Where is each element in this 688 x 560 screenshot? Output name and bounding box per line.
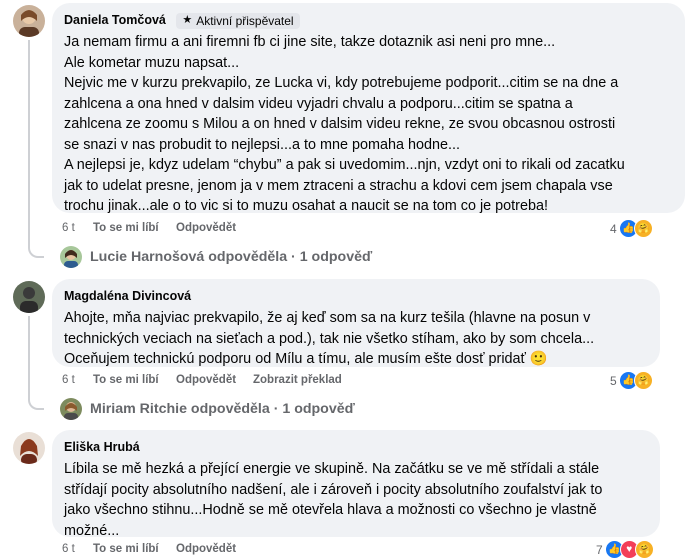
thread-connector [28,388,44,410]
comment-text: Ja nemam firmu a ani firemni fb ci jine … [64,34,625,214]
reaction-count: 5 [610,373,617,388]
translate-button[interactable]: Zobrazit překlad [253,374,342,386]
care-emoji-icon: 🤗 [634,540,654,559]
comment-time[interactable]: 6 t [62,543,75,555]
reply-summary: Lucie Harnošová odpověděla · 1 odpověď [90,249,373,265]
reaction-summary[interactable]: 7 👍 ♥ 🤗 [596,540,654,559]
care-emoji-icon: 🤗 [633,371,653,390]
contributor-badge: ★ Aktivní přispěvatel [176,12,300,29]
thread-connector [28,236,44,258]
like-button[interactable]: To se mi líbí [93,543,159,555]
reply-button[interactable]: Odpovědět [176,374,236,386]
reply-button[interactable]: Odpovědět [176,543,236,555]
view-replies-link[interactable]: Lucie Harnošová odpověděla · 1 odpověď [60,246,372,268]
reaction-summary[interactable]: 4 👍 🤗 [610,219,653,238]
view-replies-link[interactable]: Miriam Ritchie odpověděla · 1 odpověď [60,398,355,420]
comment-bubble: Eliška Hrubá Líbila se mě hezká a přejíc… [52,430,660,539]
like-button[interactable]: To se mi líbí [93,222,159,234]
comment-author[interactable]: Eliška Hrubá [64,440,140,454]
comment-text: Líbila se mě hezká a přející energie ve … [64,461,603,539]
reaction-count: 4 [610,221,617,236]
reply-button[interactable]: Odpovědět [176,222,236,234]
avatar-daniela[interactable] [13,5,45,37]
comment-bubble: Magdaléna Divincová Ahojte, mňa najviac … [52,279,660,367]
comment-bubble: Daniela Tomčová ★ Aktivní přispěvatel Ja… [52,3,685,214]
reply-summary: Miriam Ritchie odpověděla · 1 odpověď [90,401,355,417]
care-emoji-icon: 🤗 [633,219,653,238]
avatar-magdalena[interactable] [13,281,45,313]
like-button[interactable]: To se mi líbí [93,374,159,386]
comment-time[interactable]: 6 t [62,222,75,234]
comment-author[interactable]: Daniela Tomčová [64,13,166,27]
thread-line [28,40,30,240]
star-icon: ★ [182,14,193,26]
thread-line [28,316,30,392]
badge-label: Aktivní přispěvatel [196,13,294,28]
comment-author[interactable]: Magdaléna Divincová [64,289,191,303]
comment-text: Ahojte, mňa najviac prekvapilo, že aj ke… [64,310,595,367]
avatar-lucie [60,246,82,268]
reaction-count: 7 [596,542,603,557]
reaction-summary[interactable]: 5 👍 🤗 [610,371,653,390]
avatar-miriam [60,398,82,420]
comment-time[interactable]: 6 t [62,374,75,386]
avatar-eliska[interactable] [13,432,45,464]
